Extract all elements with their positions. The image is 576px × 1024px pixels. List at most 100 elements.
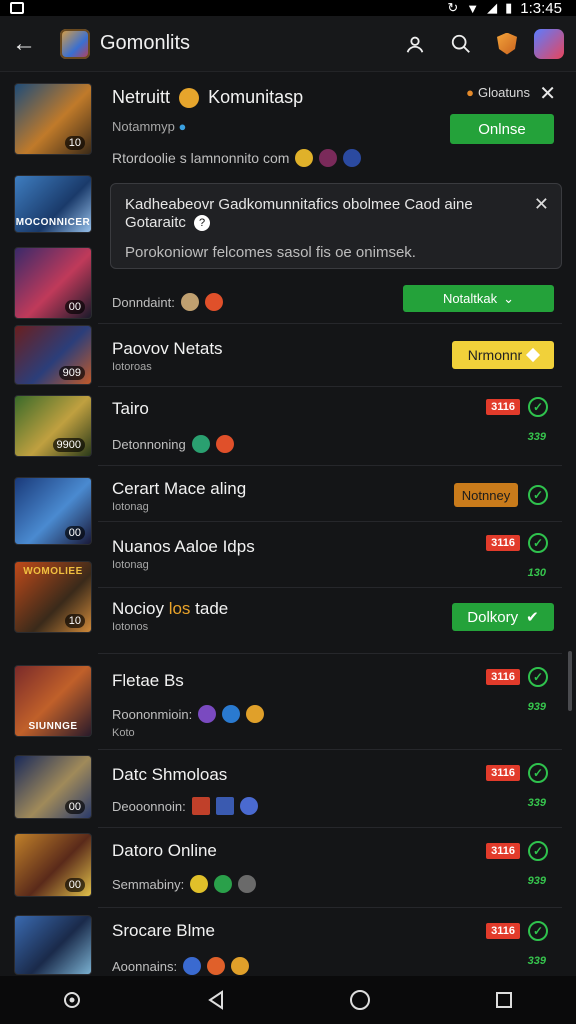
item-title: Nocioy los tade [112,599,228,619]
game-thumbnail: 10 [14,83,92,155]
battery-icon: ▮ [505,0,513,15]
list-item[interactable]: SIUNNGE Fletae Bs Roononmioin: Koto 3116… [0,663,576,743]
flame-icon: ● [466,85,474,100]
game-thumbnail: 00 [14,833,92,897]
thumbnail-tag: 00 [64,878,85,892]
help-icon[interactable]: ? [194,215,211,232]
item-title: Datoro Online [112,841,217,860]
search-icon[interactable] [438,16,484,72]
count-tag: 3116 [486,399,520,415]
item-meta-text: Roononmioin: [112,706,193,722]
reaction-icon [214,875,233,893]
item-title-end: tade [195,599,229,618]
item-title-text: Nocioy [112,599,164,618]
status-badge: ● Gloatuns [466,85,530,100]
online-button[interactable]: Onlnse [450,114,554,144]
item-count: 339 [527,431,546,443]
item-meta: Deooonnoin: [112,797,258,815]
reaction-icon [207,957,226,975]
yellow-tag-button[interactable]: Nrmonnr [452,341,554,369]
reaction-icon [215,435,234,453]
game-thumbnail: 00 [14,247,92,319]
item-subtitle: Koto [112,727,135,739]
divider [98,907,562,908]
list-item[interactable]: 00 Datoro Online Semmabiny: 3116 ✓ 939 [0,833,576,909]
divider [98,749,562,750]
check-icon[interactable]: ✓ [528,921,548,941]
notify-button[interactable]: Notaltkak ⌄ [403,285,554,312]
back-arrow-icon[interactable]: ← [0,16,48,72]
item-meta-text: Deooonnoin: [112,798,186,814]
home-nav-icon[interactable] [340,980,380,1020]
reaction-icon [239,797,258,815]
popup-title: Kadheabeovr Gadkomunnitafics obolmee Cao… [125,196,515,232]
check-icon[interactable]: ✓ [528,763,548,783]
reaction-icon [191,435,210,453]
clock: 1:3:45 [520,0,562,17]
divider [98,386,562,387]
signal-icon: ◢ [487,0,498,15]
list-item[interactable]: 9900 Tairo Detonnoning 3116 ✓ 339 [0,395,576,465]
game-thumbnail: 9900 [14,395,92,457]
count-tag: 3116 [486,535,520,551]
reaction-icon [238,875,257,893]
profile-badge-icon[interactable] [534,28,564,59]
list-item[interactable]: Srocare Blme Aoonnains: 3116 ✓ 339 [0,915,576,975]
reaction-icon [246,705,265,723]
close-icon[interactable]: ✕ [539,81,556,106]
item-subtitle-text: Notammyp [112,119,175,134]
item-title: Srocare Blme [112,921,215,940]
item-subtitle: Iotoroas [112,361,152,373]
reaction-icon [319,149,338,167]
scrollbar[interactable] [568,651,572,711]
shield-icon[interactable] [484,16,530,72]
check-icon[interactable]: ✓ [528,533,548,553]
check-icon[interactable]: ✓ [528,485,548,505]
recents-nav-icon[interactable] [484,980,524,1020]
divider [98,827,562,828]
item-meta: Detonnoning [112,435,234,453]
account-icon[interactable] [392,16,438,72]
check-icon[interactable]: ✓ [528,397,548,417]
list-item[interactable]: 00 Datc Shmoloas Deooonnoin: 3116 ✓ 339 [0,755,576,827]
item-meta: Donndaint: [112,293,223,311]
notify-button-label: Notaltkak [442,291,498,306]
app-logo [60,28,90,59]
item-title-text: Netruitt [112,87,171,107]
check-icon[interactable]: ✓ [528,667,548,687]
item-subtitle: Iotonag [112,501,149,513]
check-icon: ✔ [526,609,539,626]
orange-tag-button[interactable]: Notnney [454,483,518,507]
item-meta-text: Detonnoning [112,436,186,452]
dolkory-button-label: Dolkory [467,608,519,626]
list-item[interactable]: 10 Netruitt Komunitasp Notammyp ● Rtordo… [0,73,576,173]
dolkory-button[interactable]: Dolkory ✔ [452,603,554,631]
notification-icon [10,2,24,14]
count-tag: 3116 [486,765,520,781]
divider [98,323,562,324]
location-pin-icon: ● [178,119,187,134]
item-title: Paovov Netats [112,339,223,358]
item-title: Cerart Mace aling [112,479,247,498]
game-thumbnail: 00 [14,755,92,819]
item-title: Netruitt Komunitasp [112,87,303,109]
reaction-icon [204,293,223,311]
item-count: 339 [527,955,546,967]
list-item[interactable]: 909 Paovov Netats Iotoroas Nrmonnr [0,325,576,385]
list-item[interactable]: WOMOLIEE 10 Nocioy los tade Iotonos Dolk… [0,561,576,651]
item-title: Fletae Bs [112,671,184,690]
system-nav-bar [0,976,576,1024]
back-nav-icon[interactable] [196,980,236,1020]
status-icons: ↻ ▼ ◢ ▮ 1:3:45 [447,0,562,17]
list-item[interactable]: 00 Donndaint: Notaltkak ⌄ [0,243,576,323]
popup-title-text: Kadheabeovr Gadkomunnitafics obolmee Cao… [125,196,473,231]
item-meta: Roononmioin: [112,705,265,723]
item-count: 939 [527,875,546,887]
diamond-icon [526,347,541,363]
assistant-icon[interactable] [52,980,92,1020]
thumbnail-banner: WOMOLIEE [23,566,83,577]
item-title-highlight: los [168,599,191,618]
check-icon[interactable]: ✓ [528,841,548,861]
close-icon[interactable]: ✕ [534,194,549,215]
thumbnail-tag: 9900 [52,438,85,452]
